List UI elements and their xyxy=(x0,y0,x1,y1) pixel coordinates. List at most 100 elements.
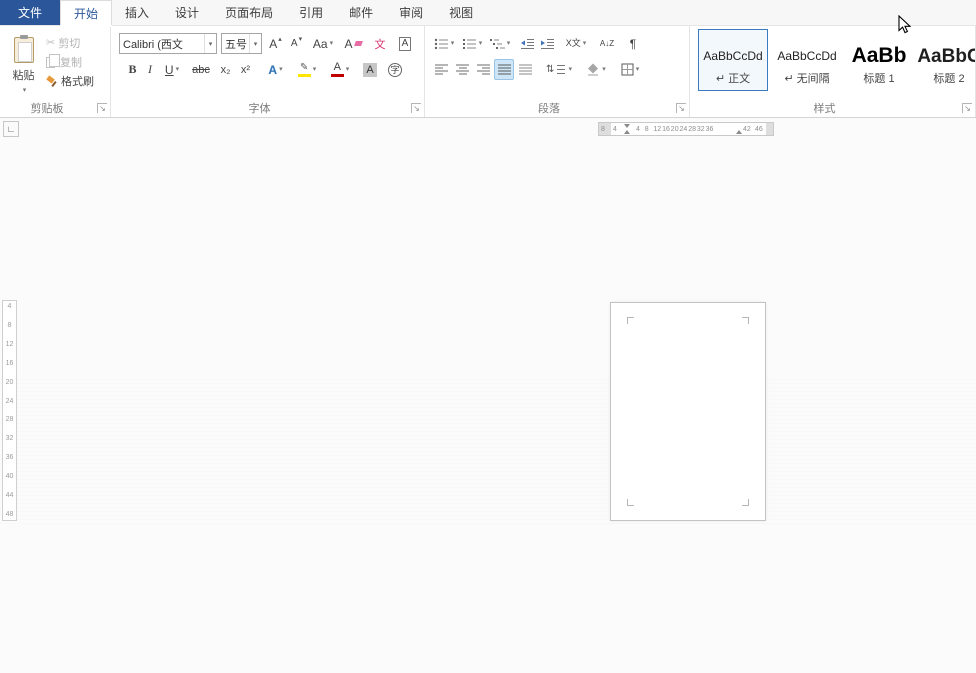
bold-button[interactable]: B xyxy=(124,59,141,80)
numbering-button[interactable]: ▾ xyxy=(459,33,485,54)
font-size-combo[interactable]: 五号 ▾ xyxy=(221,33,262,54)
align-left-button[interactable] xyxy=(431,59,451,80)
tab-引用[interactable]: 引用 xyxy=(286,0,336,25)
chevron-down-icon[interactable]: ▾ xyxy=(249,34,261,53)
chevron-down-icon: ▾ xyxy=(313,66,317,73)
margin-crop-mark xyxy=(742,317,749,324)
tab-file[interactable]: 文件 xyxy=(0,0,60,25)
bullets-button[interactable]: ▾ xyxy=(431,33,457,54)
align-center-button[interactable] xyxy=(452,59,472,80)
document-page[interactable] xyxy=(610,302,766,521)
grow-font-button[interactable]: A▴ xyxy=(266,33,285,54)
superscript-button[interactable]: x² xyxy=(236,59,255,80)
style-item-heading2[interactable]: AaBbC 标题 2 xyxy=(916,29,976,91)
tab-插入[interactable]: 插入 xyxy=(112,0,162,25)
shading-button[interactable]: ▾ xyxy=(581,59,611,80)
document-canvas[interactable] xyxy=(0,118,976,673)
line-spacing-lines-icon xyxy=(556,64,566,75)
horizontal-ruler-number: 24 xyxy=(680,126,688,133)
tab-设计[interactable]: 设计 xyxy=(162,0,212,25)
format-painter-button[interactable]: 格式刷 xyxy=(46,72,94,90)
strikethrough-button[interactable]: abc xyxy=(188,59,214,80)
character-border-button[interactable]: A xyxy=(395,33,415,54)
style-name: ↵ 无间隔 xyxy=(784,70,829,86)
font-name-combo[interactable]: Calibri (西文 ▾ xyxy=(119,33,217,54)
font-color-button[interactable]: A ▾ xyxy=(325,59,355,80)
hanging-indent-marker[interactable] xyxy=(624,130,630,134)
clear-formatting-button[interactable]: A xyxy=(341,33,365,54)
clear-formatting-letter: A xyxy=(344,37,352,51)
horizontal-ruler-number: 8 xyxy=(601,126,605,133)
style-preview: AaBb xyxy=(852,44,907,68)
subscript-letters: x₂ xyxy=(221,64,231,76)
italic-letter: I xyxy=(148,62,152,77)
style-preview: AaBbC xyxy=(917,46,976,68)
tab-审阅[interactable]: 审阅 xyxy=(386,0,436,25)
horizontal-ruler-number: 8 xyxy=(645,126,649,133)
shrink-font-button[interactable]: A▾ xyxy=(287,33,306,54)
character-shading-button[interactable]: A xyxy=(359,59,381,80)
show-paragraph-marks-button[interactable]: ¶ xyxy=(623,33,643,54)
chevron-down-icon: ▾ xyxy=(568,66,572,73)
vertical-ruler-number: 12 xyxy=(6,341,14,348)
style-name: 标题 1 xyxy=(863,70,894,86)
style-item-heading1[interactable]: AaBb 标题 1 xyxy=(846,29,912,91)
change-case-button[interactable]: Aa▾ xyxy=(309,33,337,54)
vertical-ruler[interactable]: 4812162024283236404448 xyxy=(2,300,17,521)
style-item-no-spacing[interactable]: AaBbCcDd ↵ 无间隔 xyxy=(772,29,842,91)
decrease-indent-button[interactable] xyxy=(517,33,537,54)
subscript-button[interactable]: x₂ xyxy=(216,59,235,80)
horizontal-ruler[interactable]: 8448121620242832364246 xyxy=(598,122,774,136)
chevron-down-icon: ▾ xyxy=(346,66,350,73)
chevron-down-icon[interactable]: ▾ xyxy=(204,34,216,53)
chevron-down-icon: ▾ xyxy=(330,40,334,47)
chevron-down-icon: ▾ xyxy=(479,40,483,47)
text-effects-button[interactable]: A▾ xyxy=(262,59,289,80)
multilevel-list-icon xyxy=(490,38,505,50)
increase-indent-button[interactable] xyxy=(537,33,557,54)
chevron-down-icon: ▾ xyxy=(602,66,606,73)
borders-button[interactable]: ▾ xyxy=(615,59,645,80)
justify-button[interactable] xyxy=(494,59,514,80)
paste-button[interactable]: 粘贴 ▾ xyxy=(5,30,42,114)
line-spacing-button[interactable]: ⇅ ▾ xyxy=(543,59,575,80)
margin-crop-mark xyxy=(742,499,749,506)
clipboard-dialog-launcher[interactable]: ↘ xyxy=(97,103,107,113)
ribbon-tab-bar: 文件 开始插入设计页面布局引用邮件审阅视图 xyxy=(0,0,976,25)
right-indent-marker[interactable] xyxy=(736,130,742,134)
enclose-character-button[interactable]: 字 xyxy=(384,59,406,80)
multilevel-list-button[interactable]: ▾ xyxy=(487,33,513,54)
tab-视图[interactable]: 视图 xyxy=(436,0,486,25)
text-highlight-button[interactable]: ✎ ▾ xyxy=(292,59,322,80)
first-line-indent-marker[interactable] xyxy=(624,124,630,128)
style-item-normal[interactable]: AaBbCcDd ↵ 正文 xyxy=(698,29,768,91)
copy-button[interactable]: 复制 xyxy=(46,53,82,71)
align-right-button[interactable] xyxy=(473,59,493,80)
font-dialog-launcher[interactable]: ↘ xyxy=(411,103,421,113)
tab-stop-selector[interactable]: ∟ xyxy=(3,121,19,137)
character-shading-letter: A xyxy=(363,63,376,77)
paragraph-dialog-launcher[interactable]: ↘ xyxy=(676,103,686,113)
distribute-button[interactable] xyxy=(515,59,535,80)
shading-bucket-icon xyxy=(586,63,600,76)
vertical-ruler-number: 40 xyxy=(6,473,14,480)
horizontal-ruler-number: 28 xyxy=(688,126,696,133)
group-label-paragraph: 段落 xyxy=(425,100,673,116)
cut-button[interactable]: ✂ 剪切 xyxy=(46,34,80,52)
style-preview: AaBbCcDd xyxy=(703,49,762,63)
tab-页面布局[interactable]: 页面布局 xyxy=(212,0,286,25)
styles-dialog-launcher[interactable]: ↘ xyxy=(962,103,972,113)
asian-layout-button[interactable]: X文 ▾ xyxy=(561,33,591,54)
underline-button[interactable]: U▾ xyxy=(159,59,185,80)
phonetic-guide-button[interactable]: 文 xyxy=(369,33,391,54)
styles-group: AaBbCcDd ↵ 正文 AaBbCcDd ↵ 无间隔 AaBb 标题 1 A… xyxy=(690,26,976,117)
scissors-icon: ✂ xyxy=(46,38,55,49)
font-size-value: 五号 xyxy=(222,36,249,52)
italic-button[interactable]: I xyxy=(143,59,157,80)
tab-邮件[interactable]: 邮件 xyxy=(336,0,386,25)
vertical-ruler-number: 28 xyxy=(6,416,14,423)
tab-开始[interactable]: 开始 xyxy=(60,0,112,25)
sort-button[interactable]: A↓Z xyxy=(595,33,619,54)
style-name: ↵ 正文 xyxy=(716,70,750,86)
horizontal-ruler-number: 46 xyxy=(755,126,763,133)
